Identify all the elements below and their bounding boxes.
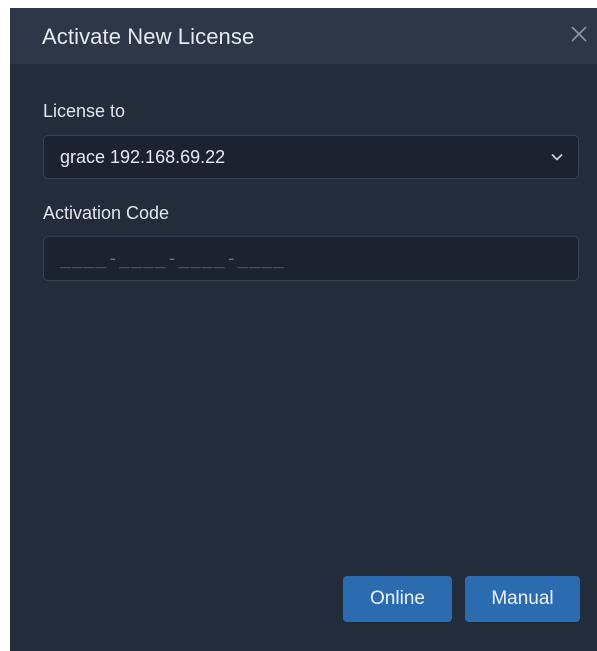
license-to-select[interactable]: grace 192.168.69.22	[43, 135, 579, 179]
dialog-title-bar: Activate New License	[10, 8, 597, 64]
activation-code-input[interactable]	[43, 236, 579, 281]
close-icon[interactable]	[567, 22, 591, 46]
license-to-selected-value: grace 192.168.69.22	[60, 147, 226, 167]
manual-button[interactable]: Manual	[465, 576, 580, 622]
chevron-down-icon	[550, 150, 564, 164]
dialog-title: Activate New License	[42, 24, 255, 49]
online-button[interactable]: Online	[343, 576, 452, 622]
activation-code-label: Activation Code	[43, 203, 170, 223]
activate-license-dialog: Activate New License License to grace 19…	[10, 8, 597, 651]
license-to-label: License to	[43, 101, 126, 121]
